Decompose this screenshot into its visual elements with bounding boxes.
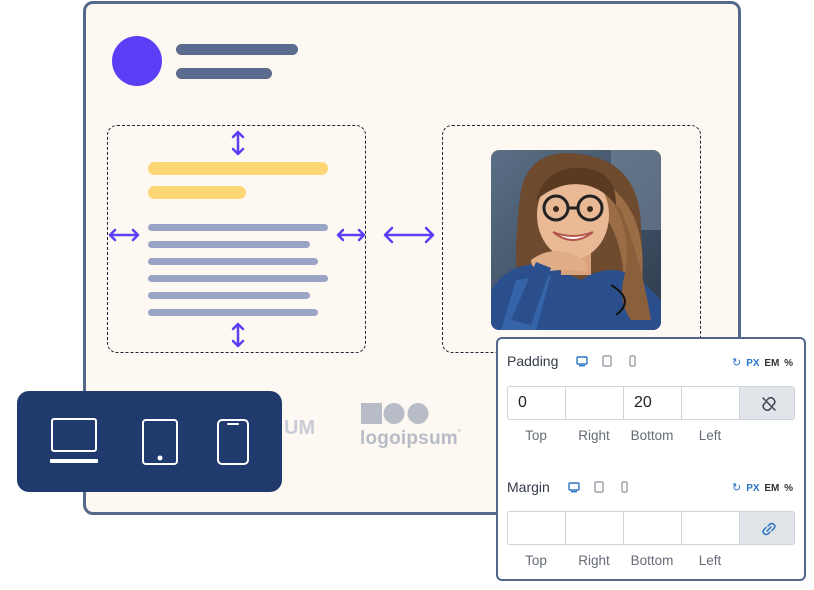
padding-bottom-input[interactable]: 20 — [624, 387, 682, 419]
logo-shapes-icon — [361, 403, 429, 424]
unit-px[interactable]: PX — [746, 358, 759, 369]
padding-right-input[interactable] — [566, 387, 624, 419]
margin-right-input[interactable] — [566, 512, 624, 544]
header-line — [176, 68, 272, 79]
margin-bottom-input[interactable] — [624, 512, 682, 544]
horizontal-resize-arrow-icon[interactable] — [108, 227, 140, 243]
text-line — [148, 275, 328, 282]
text-column-box[interactable] — [107, 125, 366, 353]
side-label-bottom: Bottom — [630, 428, 674, 443]
desktop-icon[interactable] — [576, 356, 588, 367]
margin-left-input[interactable] — [682, 512, 740, 544]
side-label-left: Left — [698, 553, 722, 568]
padding-top-input[interactable]: 0 — [508, 387, 566, 419]
gap-arrow-icon[interactable] — [383, 225, 435, 245]
margin-units: ↻ PX EM % — [730, 481, 793, 494]
margin-inputs — [507, 511, 795, 545]
desktop-icon[interactable] — [568, 482, 580, 493]
tablet-icon[interactable] — [602, 355, 612, 367]
unit-px[interactable]: PX — [746, 483, 759, 494]
heading-line — [148, 186, 246, 199]
vertical-resize-arrow-icon[interactable] — [231, 322, 245, 348]
vertical-resize-arrow-icon[interactable] — [231, 130, 245, 156]
text-line — [148, 292, 310, 299]
unlink-icon — [762, 397, 776, 411]
device-switcher — [17, 391, 282, 492]
unit-em[interactable]: EM — [764, 483, 779, 494]
spacing-settings-panel: Padding ↻ PX EM % 0 20 Top Right Bottom L… — [496, 337, 806, 581]
padding-side-labels: Top Right Bottom Left — [507, 428, 739, 443]
mobile-icon[interactable] — [621, 481, 628, 493]
text-line — [148, 224, 328, 231]
margin-top-input[interactable] — [508, 512, 566, 544]
desktop-icon[interactable] — [49, 417, 99, 465]
horizontal-resize-arrow-icon[interactable] — [336, 227, 366, 243]
mobile-icon[interactable] — [629, 355, 636, 367]
side-label-top: Top — [525, 553, 547, 568]
text-line — [148, 241, 310, 248]
text-line — [148, 258, 318, 265]
tablet-icon[interactable] — [141, 418, 179, 466]
tablet-icon[interactable] — [594, 481, 604, 493]
portrait-photo — [491, 150, 661, 330]
side-label-bottom: Bottom — [630, 553, 674, 568]
margin-link-toggle[interactable] — [740, 512, 794, 544]
partner-logo-text: logoipsum° — [360, 428, 462, 449]
side-label-right: Right — [578, 428, 610, 443]
unit-percent[interactable]: % — [784, 358, 793, 369]
reset-icon[interactable]: ↻ — [732, 357, 741, 369]
header-line — [176, 44, 298, 55]
side-label-left: Left — [698, 428, 722, 443]
text-line — [148, 309, 318, 316]
unit-em[interactable]: EM — [764, 358, 779, 369]
margin-label: Margin — [507, 479, 550, 495]
side-label-right: Right — [578, 553, 610, 568]
link-icon — [762, 522, 776, 536]
margin-side-labels: Top Right Bottom Left — [507, 553, 739, 568]
side-label-top: Top — [525, 428, 547, 443]
heading-line — [148, 162, 328, 175]
padding-inputs: 0 20 — [507, 386, 795, 420]
padding-units: ↻ PX EM % — [730, 356, 793, 369]
padding-label: Padding — [507, 353, 559, 369]
reset-icon[interactable]: ↻ — [732, 482, 741, 494]
avatar — [112, 36, 162, 86]
partner-logo-fragment: UM — [284, 417, 316, 439]
mobile-icon[interactable] — [216, 418, 250, 466]
padding-left-input[interactable] — [682, 387, 740, 419]
padding-link-toggle[interactable] — [740, 387, 794, 419]
unit-percent[interactable]: % — [784, 483, 793, 494]
